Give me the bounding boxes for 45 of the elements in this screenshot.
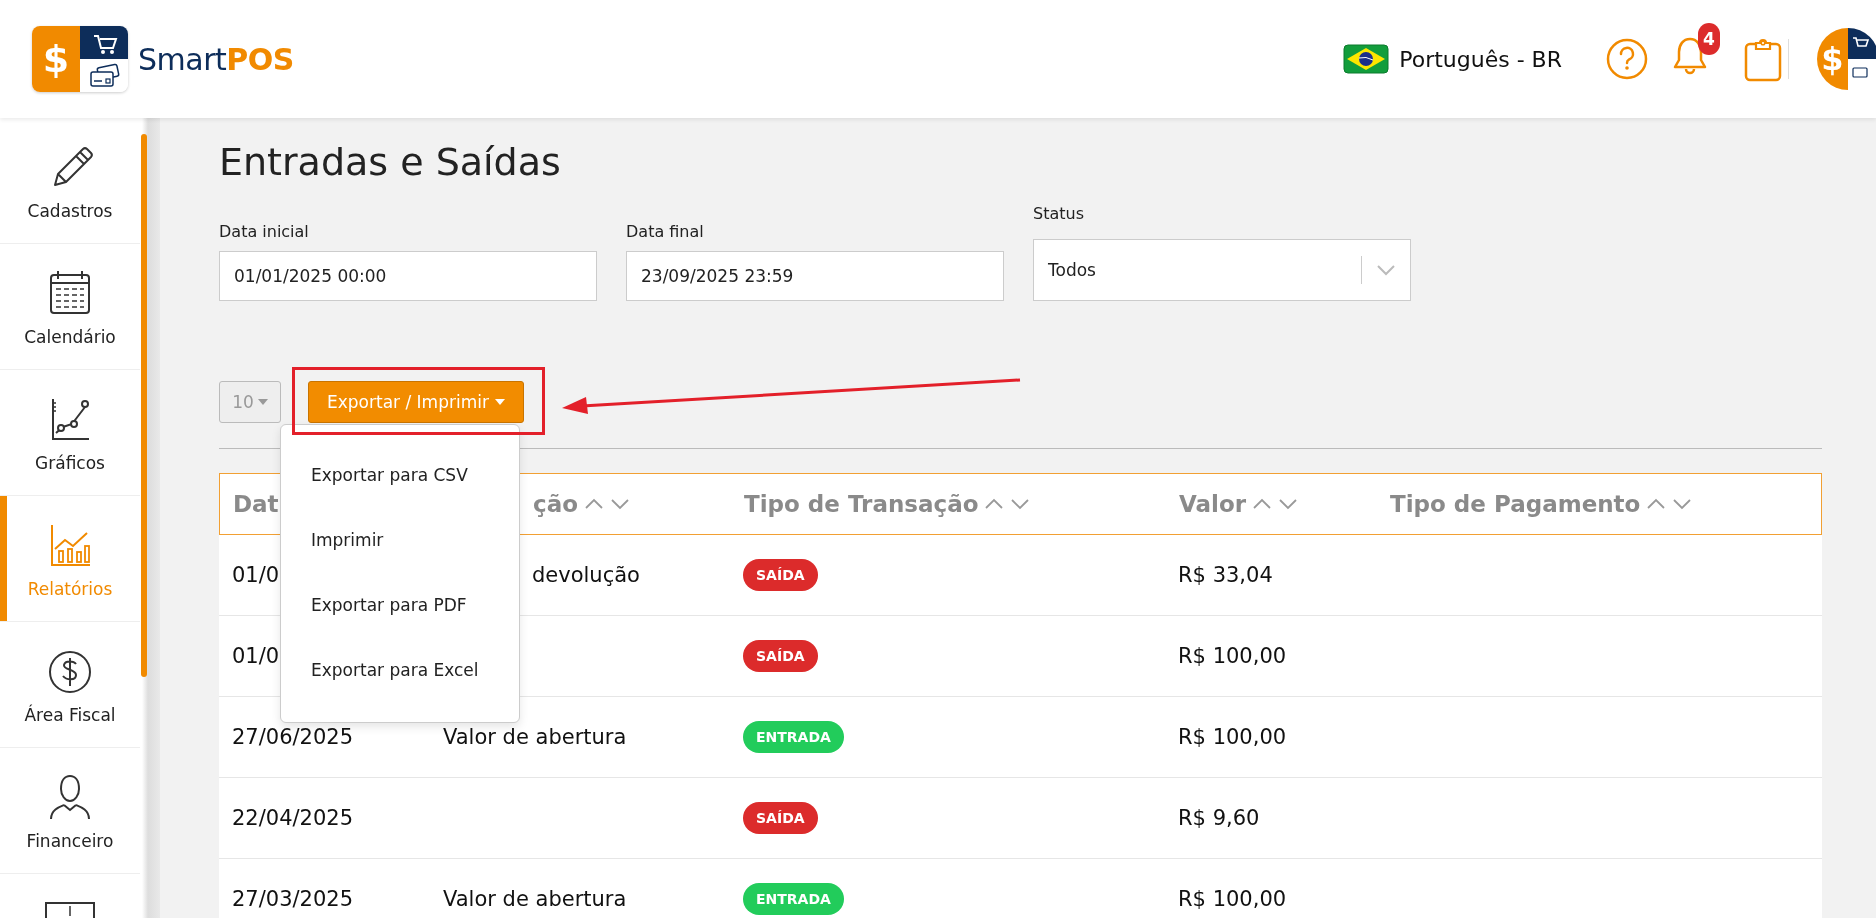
description-cell: Valor de abertura: [443, 725, 627, 749]
menu-item[interactable]: Exportar para CSV: [281, 442, 519, 507]
status-dropdown[interactable]: Todos: [1033, 239, 1411, 301]
scrollbar-thumb[interactable]: [141, 134, 147, 677]
chevron-down-icon: [1376, 264, 1396, 276]
brand-name: SmartPOS: [138, 41, 294, 77]
menu-item[interactable]: Exportar para PDF: [281, 572, 519, 637]
sidebar-item[interactable]: Calendário: [0, 244, 140, 370]
date-cell: 27/03/2025: [232, 887, 354, 911]
logo: $: [32, 26, 128, 92]
value-cell: R$ 100,00: [1178, 725, 1287, 749]
sidebar-item[interactable]: Cadastros: [0, 118, 140, 244]
date-cell: 27/06/2025: [232, 725, 354, 749]
date-cell: 01/0: [232, 644, 280, 668]
date-field[interactable]: 23/09/2025 23:59: [626, 251, 1004, 301]
menu-item[interactable]: Imprimir: [281, 507, 519, 572]
description-cell: devolução: [532, 563, 640, 587]
description-cell: Valor de abertura: [443, 887, 627, 911]
clipboard-icon[interactable]: [1744, 36, 1782, 82]
status-tag: SAÍDA: [743, 640, 818, 672]
status-tag: ENTRADA: [743, 721, 844, 753]
status-tag: SAÍDA: [743, 559, 818, 591]
status-tag: ENTRADA: [743, 883, 844, 915]
sidebar-item[interactable]: Área Fiscal: [0, 622, 140, 748]
brazil-flag-icon: [1343, 44, 1390, 74]
value-cell: R$ 33,04: [1178, 563, 1273, 587]
date-cell: 22/04/2025: [232, 806, 354, 830]
help-icon[interactable]: [1606, 38, 1648, 80]
value-cell: R$ 100,00: [1178, 644, 1287, 668]
value-cell: R$ 9,60: [1178, 806, 1260, 830]
caret-icon: [494, 399, 505, 405]
page-title: Entradas e Saídas: [219, 140, 562, 186]
notification-badge: 4: [1698, 23, 1720, 55]
caret-icon: [257, 399, 268, 405]
sidebar-item[interactable]: Financeiro: [0, 748, 140, 874]
date-cell: 01/0: [232, 563, 280, 587]
menu-item[interactable]: Exportar para Excel: [281, 637, 519, 702]
date-field[interactable]: 01/01/2025 00:00: [219, 251, 597, 301]
value-cell: R$ 100,00: [1178, 887, 1287, 911]
language-selector[interactable]: Português - BR: [1343, 44, 1562, 74]
field-label: Data final: [626, 222, 705, 241]
status-tag: SAÍDA: [743, 802, 818, 834]
field-label: Data inicial: [219, 222, 310, 241]
field-label: Status: [1033, 204, 1085, 223]
sidebar-item[interactable]: Gráficos: [0, 370, 140, 496]
